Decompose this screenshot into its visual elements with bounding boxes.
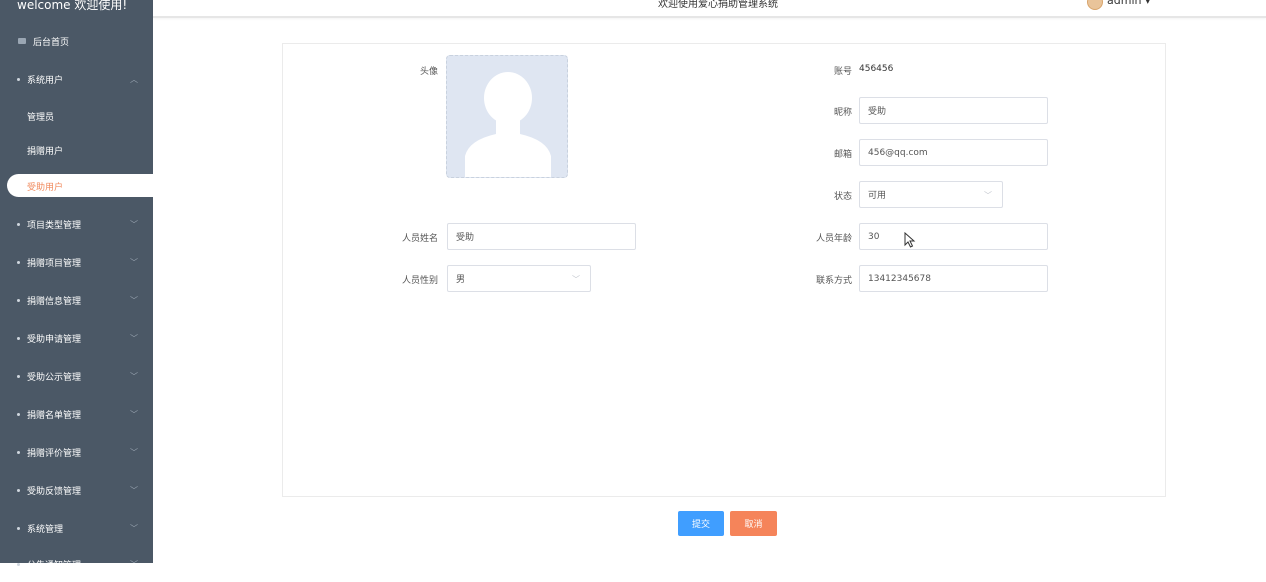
bullet-icon	[17, 450, 20, 454]
sidebar-item-donation-project[interactable]: 捐赠项目管理 ﹀	[0, 244, 153, 280]
user-name: admin	[1107, 0, 1142, 7]
status-select[interactable]: 可用 ﹀	[859, 181, 1003, 208]
age-input[interactable]: 30	[859, 223, 1048, 250]
name-value: 受助	[456, 233, 475, 243]
age-label: 人员年龄	[815, 234, 852, 244]
nickname-input[interactable]: 受助	[859, 97, 1048, 124]
gender-select[interactable]: 男 ﹀	[447, 265, 591, 292]
sidebar-subitem-admin[interactable]: 管理员	[27, 110, 54, 123]
account-label: 账号	[833, 67, 852, 77]
sidebar-item-aid-feedback[interactable]: 受助反馈管理 ﹀	[0, 472, 153, 508]
user-menu[interactable]: admin ▾	[1107, 0, 1151, 7]
avatar[interactable]	[1087, 0, 1103, 10]
avatar-upload[interactable]	[446, 55, 568, 178]
sidebar-item-label: 捐赠名单管理	[27, 410, 82, 421]
name-input[interactable]: 受助	[447, 223, 636, 250]
sidebar-item-label: 系统用户	[27, 75, 64, 86]
chevron-down-icon: ﹀	[130, 219, 138, 229]
bullet-icon	[17, 374, 20, 378]
bullet-icon	[17, 336, 20, 340]
sidebar-subitem-donor-users[interactable]: 捐赠用户	[27, 144, 63, 157]
status-label: 状态	[833, 192, 852, 202]
sidebar-item-system-management[interactable]: 系统管理 ﹀	[0, 510, 153, 546]
submit-button[interactable]: 提交	[678, 511, 724, 536]
nickname-value: 受助	[868, 107, 887, 117]
bullet-icon	[17, 260, 20, 264]
sidebar-item-notice[interactable]: 公告通知管理 ﹀	[0, 546, 153, 582]
sidebar: welcome 欢迎使用! 后台首页 系统用户 ︿ 管理员 捐赠用户 受助用户 …	[0, 0, 157, 571]
brand-title: welcome 欢迎使用!	[17, 0, 128, 12]
chevron-down-icon: ﹀	[130, 447, 138, 457]
contact-label: 联系方式	[815, 276, 852, 286]
email-value: 456@qq.com	[868, 147, 928, 158]
sidebar-item-system-users[interactable]: 系统用户 ︿	[0, 61, 153, 97]
sidebar-item-home[interactable]: 后台首页	[0, 23, 153, 59]
name-label: 人员姓名	[401, 234, 438, 244]
email-label: 邮箱	[833, 150, 852, 160]
sidebar-item-label: 后台首页	[33, 37, 70, 48]
chevron-down-icon: ﹀	[130, 295, 138, 305]
chevron-down-icon: ﹀	[130, 485, 138, 495]
chevron-up-icon: ︿	[130, 74, 138, 84]
contact-value: 13412345678	[868, 273, 931, 284]
chevron-down-icon: ﹀	[130, 559, 138, 569]
sidebar-item-project-type[interactable]: 项目类型管理 ﹀	[0, 206, 153, 242]
chevron-down-icon: ﹀	[130, 333, 138, 343]
header-title: 欢迎使用爱心捐助管理系统	[658, 0, 778, 10]
email-input[interactable]: 456@qq.com	[859, 139, 1048, 166]
sidebar-item-label: 受助公示管理	[27, 372, 82, 383]
chevron-down-icon: ﹀	[130, 257, 138, 267]
sidebar-item-label: 受助申请管理	[27, 334, 82, 345]
bullet-icon	[17, 298, 20, 302]
gender-label: 人员性别	[401, 276, 438, 286]
person-silhouette-icon	[465, 72, 551, 177]
nickname-label: 昵称	[833, 108, 852, 118]
status-value: 可用	[868, 191, 887, 201]
gender-value: 男	[456, 275, 466, 285]
sidebar-item-donation-review[interactable]: 捐赠评价管理 ﹀	[0, 434, 153, 470]
chevron-down-icon: ﹀	[572, 275, 580, 284]
account-value: 456456	[859, 64, 894, 74]
sidebar-item-label: 公告通知管理	[27, 560, 82, 571]
sidebar-item-donor-list[interactable]: 捐赠名单管理 ﹀	[0, 396, 153, 432]
sidebar-item-label: 捐赠评价管理	[27, 448, 82, 459]
bullet-icon	[17, 412, 20, 416]
top-header: 欢迎使用爱心捐助管理系统 admin ▾	[153, 0, 1266, 18]
bullet-icon	[17, 77, 20, 81]
chevron-down-icon: ▾	[1144, 0, 1151, 7]
sidebar-item-aid-application[interactable]: 受助申请管理 ﹀	[0, 320, 153, 356]
bullet-icon	[17, 222, 20, 226]
chevron-down-icon: ﹀	[130, 523, 138, 533]
mouse-cursor-icon	[904, 232, 916, 248]
chevron-down-icon: ﹀	[984, 191, 992, 200]
age-value: 30	[868, 231, 880, 242]
sidebar-item-label: 项目类型管理	[27, 220, 82, 231]
sidebar-item-donation-info[interactable]: 捐赠信息管理 ﹀	[0, 282, 153, 318]
sidebar-subitem-label-active: 受助用户	[27, 183, 64, 193]
sidebar-item-label: 捐赠信息管理	[27, 296, 82, 307]
sidebar-item-aid-publicity[interactable]: 受助公示管理 ﹀	[0, 358, 153, 394]
avatar-label: 头像	[419, 67, 438, 77]
contact-input[interactable]: 13412345678	[859, 265, 1048, 292]
bullet-icon	[17, 488, 20, 492]
sidebar-item-label: 受助反馈管理	[27, 486, 82, 497]
bullet-icon	[17, 526, 20, 530]
sidebar-item-label: 捐赠项目管理	[27, 258, 82, 269]
cancel-button[interactable]: 取消	[730, 511, 777, 536]
chevron-down-icon: ﹀	[130, 371, 138, 381]
sidebar-item-label: 系统管理	[27, 524, 64, 535]
monitor-icon	[18, 38, 26, 44]
chevron-down-icon: ﹀	[130, 409, 138, 419]
